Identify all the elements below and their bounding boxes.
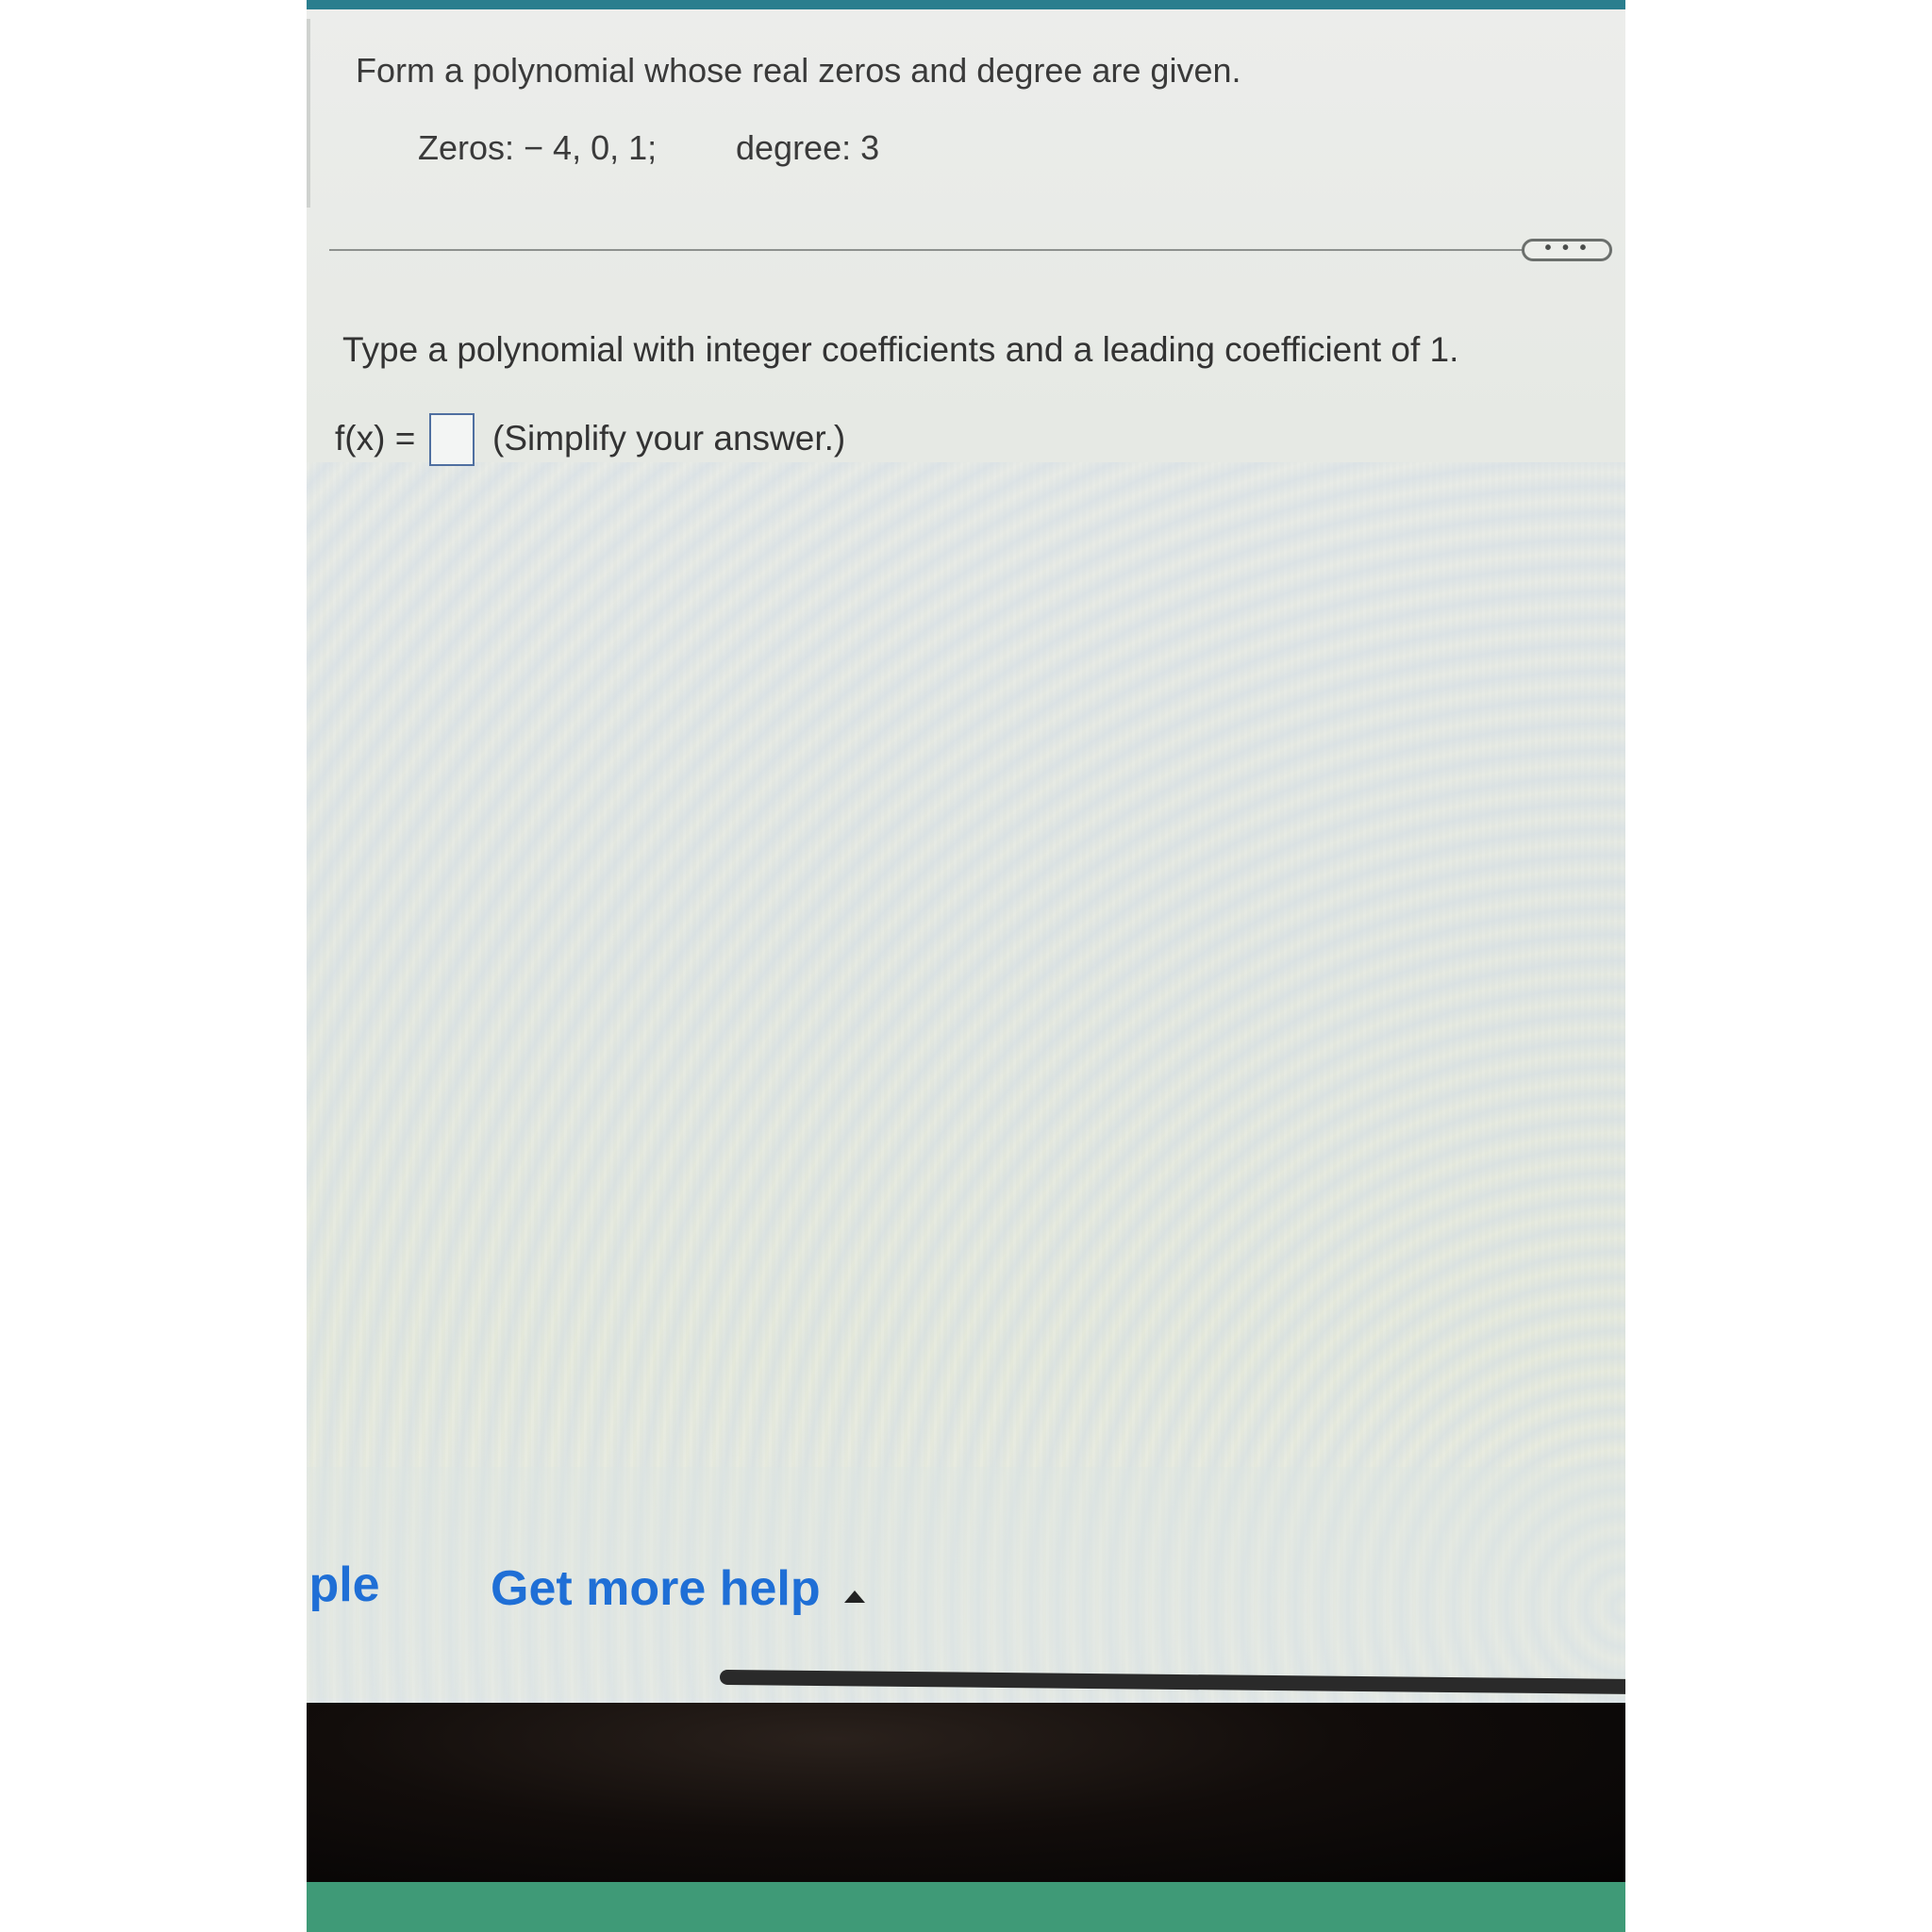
problem-title: Form a polynomial whose real zeros and d…: [356, 51, 1241, 90]
tablet-screen: Form a polynomial whose real zeros and d…: [307, 0, 1625, 1932]
device-bezel: [307, 1703, 1625, 1882]
caret-up-icon[interactable]: [844, 1591, 865, 1603]
top-bar: [307, 0, 1625, 9]
zeros-text: Zeros: − 4, 0, 1;: [418, 128, 658, 167]
photo-frame: Form a polynomial whose real zeros and d…: [0, 0, 1932, 1932]
answer-input[interactable]: [429, 413, 475, 466]
more-options-button[interactable]: • • •: [1522, 239, 1612, 261]
function-label: f(x) =: [335, 419, 416, 458]
panel-edge: [307, 19, 310, 208]
question-panel: Form a polynomial whose real zeros and d…: [307, 9, 1625, 1712]
answer-instruction: Type a polynomial with integer coefficie…: [342, 330, 1459, 369]
degree-text: degree: 3: [736, 128, 880, 167]
ellipsis-icon: • • •: [1544, 238, 1590, 258]
view-example-link[interactable]: ıple: [307, 1557, 380, 1613]
simplify-note: (Simplify your answer.): [492, 419, 846, 458]
get-more-help-link[interactable]: Get more help: [491, 1560, 821, 1617]
device-base: [307, 1882, 1625, 1932]
section-divider: [329, 249, 1529, 251]
